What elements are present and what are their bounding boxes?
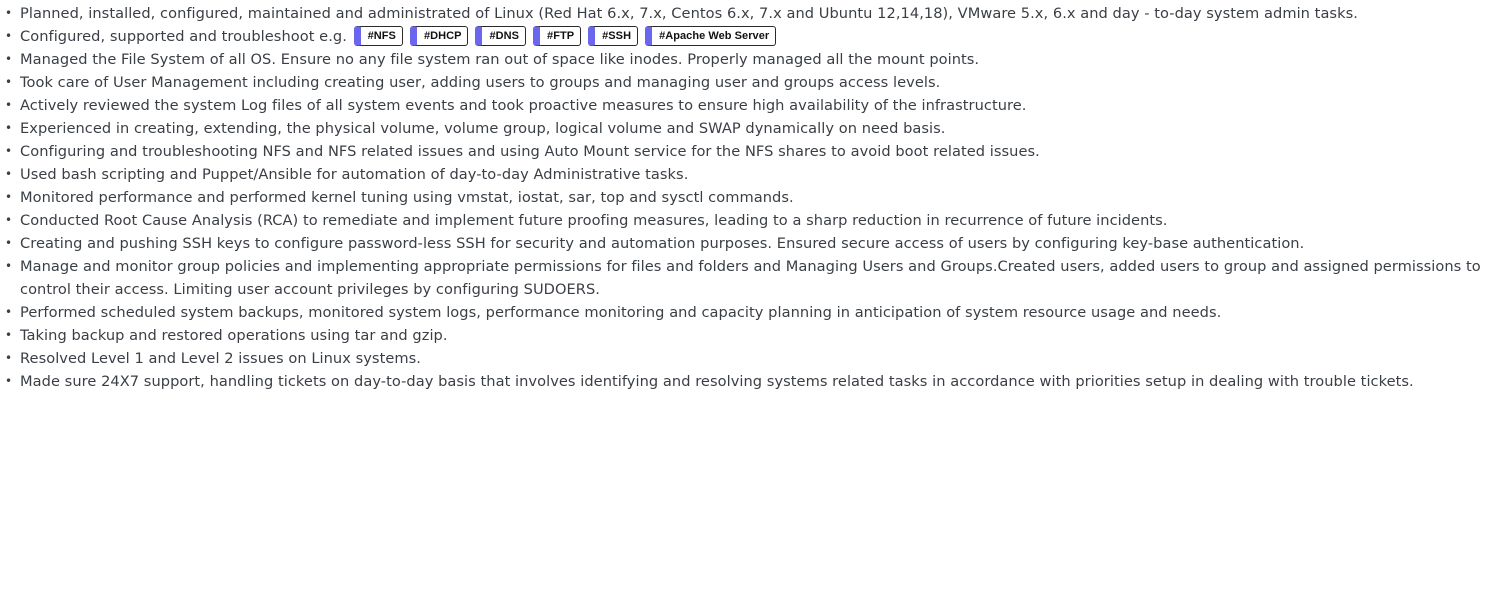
item-text: Planned, installed, configured, maintain… <box>20 5 1358 22</box>
bullet-icon: • <box>5 213 13 227</box>
list-item: • Managed the File System of all OS. Ensu… <box>2 48 1491 71</box>
list-item: • Took care of User Management including … <box>2 71 1491 94</box>
item-text: Experienced in creating, extending, the … <box>20 120 946 137</box>
experience-list-container: • Planned, installed, configured, maintai… <box>0 0 1491 393</box>
item-text: Performed scheduled system backups, moni… <box>20 304 1222 321</box>
bullet-icon: • <box>5 236 13 250</box>
bullet-icon: • <box>5 144 13 158</box>
bullet-icon: • <box>5 351 13 365</box>
tag-nfs[interactable]: #NFS <box>353 26 403 46</box>
list-item: • Experienced in creating, extending, the… <box>2 117 1491 140</box>
list-item: • Manage and monitor group policies and i… <box>2 255 1491 301</box>
responsibilities-list: • Planned, installed, configured, maintai… <box>2 2 1491 393</box>
bullet-icon: • <box>5 374 13 388</box>
list-item: • Conducted Root Cause Analysis (RCA) to … <box>2 209 1491 232</box>
item-text: Took care of User Management including c… <box>20 74 941 91</box>
bullet-icon: • <box>5 6 13 20</box>
bullet-icon: • <box>5 305 13 319</box>
item-text: Monitored performance and performed kern… <box>20 189 794 206</box>
bullet-icon: • <box>5 167 13 181</box>
list-item: • Used bash scripting and Puppet/Ansible … <box>2 163 1491 186</box>
bullet-icon: • <box>5 98 13 112</box>
list-item: • Made sure 24X7 support, handling ticket… <box>2 370 1491 393</box>
tag-ssh[interactable]: #SSH <box>588 26 639 46</box>
item-text: Managed the File System of all OS. Ensur… <box>20 51 980 68</box>
tag-apache-web-server[interactable]: #Apache Web Server <box>645 26 777 46</box>
list-item: • Performed scheduled system backups, mon… <box>2 301 1491 324</box>
item-text: Creating and pushing SSH keys to configu… <box>20 235 1305 252</box>
item-text: Taking backup and restored operations us… <box>20 327 448 344</box>
list-item: • Monitored performance and performed ker… <box>2 186 1491 209</box>
bullet-icon: • <box>5 29 13 43</box>
bullet-icon: • <box>5 328 13 342</box>
list-item: • Actively reviewed the system Log files … <box>2 94 1491 117</box>
item-text: Configured, supported and troubleshoot e… <box>20 28 347 45</box>
list-item: • Resolved Level 1 and Level 2 issues on … <box>2 347 1491 370</box>
tag-ftp[interactable]: #FTP <box>533 26 582 46</box>
list-item: • Taking backup and restored operations u… <box>2 324 1491 347</box>
bullet-icon: • <box>5 121 13 135</box>
list-item: • Planned, installed, configured, maintai… <box>2 2 1491 25</box>
list-item: • Creating and pushing SSH keys to config… <box>2 232 1491 255</box>
list-item: • Configured, supported and troubleshoot … <box>2 25 1491 48</box>
tag-dhcp[interactable]: #DHCP <box>409 26 469 46</box>
bullet-icon: • <box>5 52 13 66</box>
bullet-icon: • <box>5 190 13 204</box>
item-text: Resolved Level 1 and Level 2 issues on L… <box>20 350 421 367</box>
item-text: Conducted Root Cause Analysis (RCA) to r… <box>20 212 1168 229</box>
item-text: Actively reviewed the system Log files o… <box>20 97 1027 114</box>
bullet-icon: • <box>5 75 13 89</box>
bullet-icon: • <box>5 259 13 273</box>
tag-dns[interactable]: #DNS <box>475 26 527 46</box>
item-text: Manage and monitor group policies and im… <box>20 258 1481 298</box>
item-text: Made sure 24X7 support, handling tickets… <box>20 373 1414 390</box>
item-text: Configuring and troubleshooting NFS and … <box>20 143 1040 160</box>
list-item: • Configuring and troubleshooting NFS and… <box>2 140 1491 163</box>
tag-group: #NFS #DHCP #DNS #FTP #SSH #Apache Web Se… <box>353 26 777 46</box>
item-text: Used bash scripting and Puppet/Ansible f… <box>20 166 689 183</box>
